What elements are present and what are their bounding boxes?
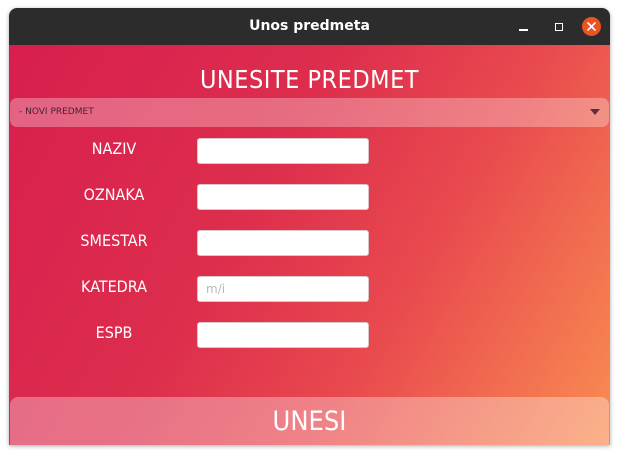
espb-label: ESPB (95, 323, 133, 342)
maximize-icon (554, 22, 563, 31)
smestar-label: SMESTAR (80, 231, 148, 250)
form-heading: UNESITE PREDMET (199, 65, 420, 94)
maximize-button[interactable] (549, 17, 568, 36)
app-window: Unos predmeta UNESITE PREDMET - NOVI PRE… (9, 8, 610, 445)
close-icon (587, 22, 596, 31)
subject-select[interactable]: - NOVI PREDMET (10, 98, 609, 127)
subject-select-value: - NOVI PREDMET (19, 107, 94, 117)
title-bar[interactable]: Unos predmeta (9, 8, 610, 45)
naziv-input[interactable] (197, 138, 369, 164)
katedra-input[interactable] (197, 276, 369, 302)
minimize-icon (519, 28, 528, 31)
chevron-down-icon (590, 109, 600, 115)
form-panel: UNESITE PREDMET - NOVI PREDMET NAZIV OZN… (9, 45, 610, 445)
katedra-label: KATEDRA (81, 277, 147, 296)
naziv-label: NAZIV (91, 139, 137, 158)
oznaka-input[interactable] (197, 184, 369, 210)
oznaka-label: OZNAKA (83, 185, 145, 204)
espb-input[interactable] (197, 322, 369, 348)
submit-button[interactable]: UNESI (10, 397, 609, 445)
smestar-input[interactable] (197, 230, 369, 256)
minimize-button[interactable] (514, 17, 533, 36)
close-button[interactable] (582, 17, 601, 36)
